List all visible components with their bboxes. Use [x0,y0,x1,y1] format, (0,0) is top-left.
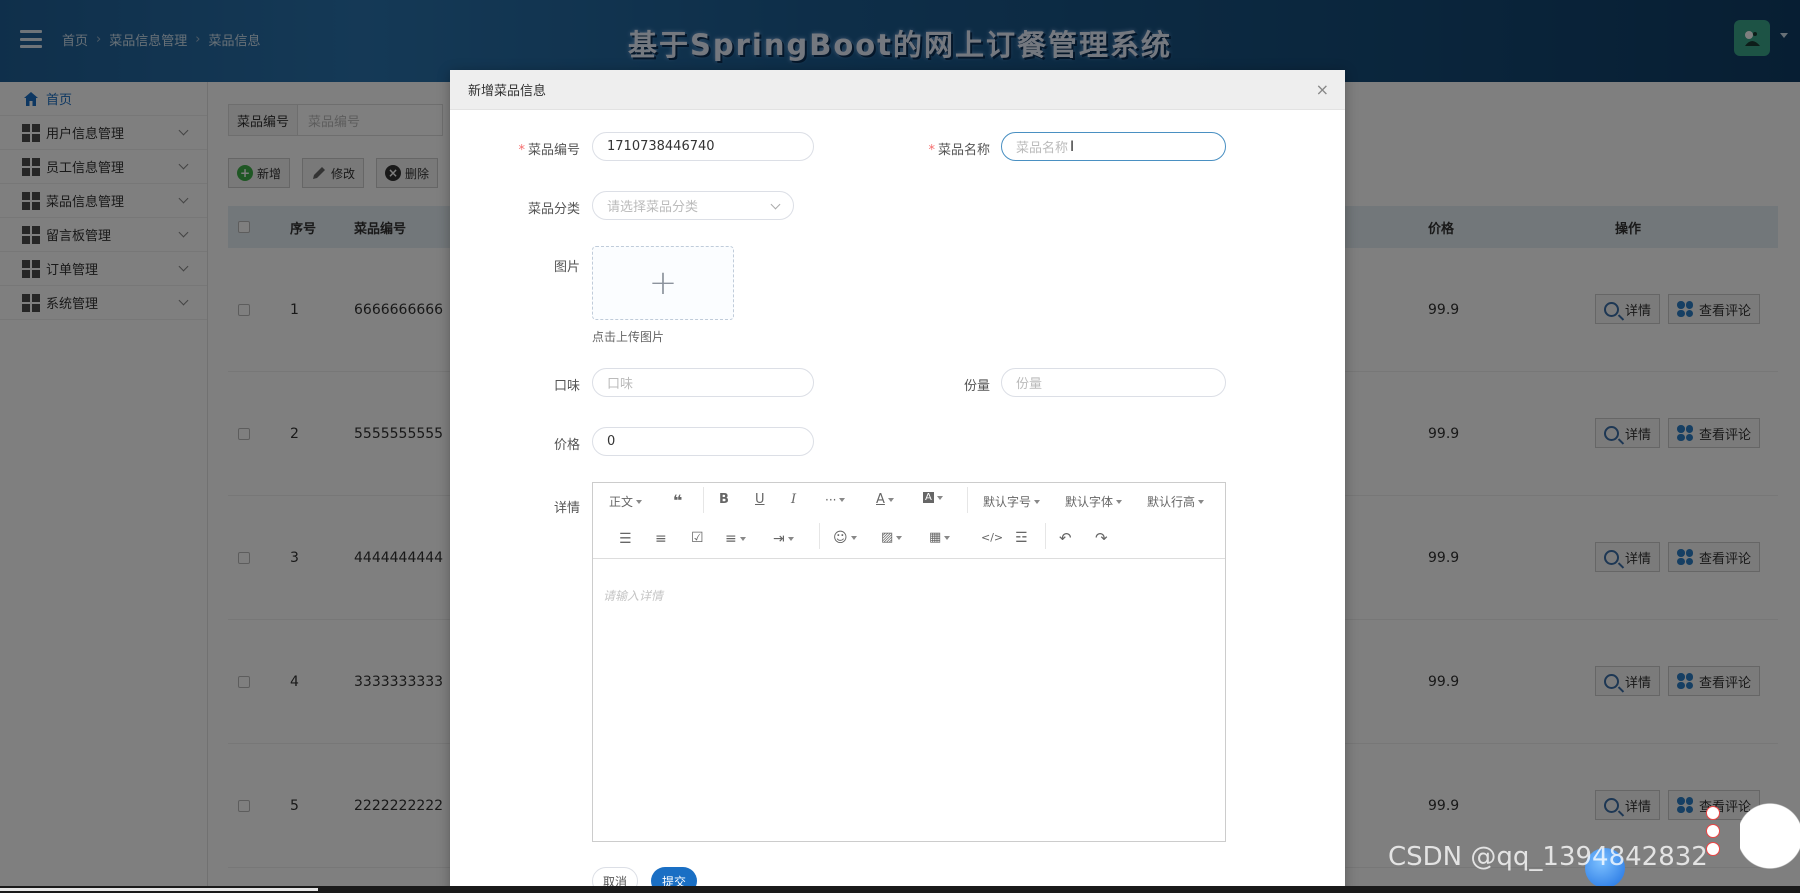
editor-placeholder[interactable]: 请输入详情 [603,587,663,604]
toolbar-divider [967,487,968,513]
chevron-down-icon [770,199,781,210]
dialog-header: 新增菜品信息 × [450,70,1345,110]
font-family-label: 默认字体 [1065,495,1114,509]
caret-down-icon [1198,499,1205,504]
indent-icon[interactable]: ⇥ [773,531,794,547]
category-placeholder: 请选择菜品分类 [607,200,699,215]
divider-icon[interactable]: ☲ [1015,530,1028,546]
add-dish-dialog: 新增菜品信息 × * 菜品编号 1710738446740 * 菜品名称 菜品名称 I… [450,70,1345,893]
caret-down-icon [1116,499,1123,504]
required-mark: * [518,143,525,158]
rich-text-editor: 正文 ❝ B U I ··· A A 默认字号 默认字体 默认行高 ☰ ≡ ☑ … [592,482,1226,842]
price-label: 价格 [553,438,580,453]
font-family-select[interactable]: 默认字体 [1065,493,1123,510]
underline-icon[interactable]: U [755,492,765,507]
line-height-label: 默认行高 [1147,495,1196,509]
line-height-select[interactable]: 默认行高 [1147,493,1205,510]
background-color-icon[interactable]: A [923,492,943,503]
todo-list-icon[interactable]: ☑ [691,530,704,546]
price-value: 0 [607,434,616,449]
bottom-scrollbar[interactable] [0,886,1800,893]
caret-down-icon [896,535,903,540]
upload-tip: 点击上传图片 [592,330,665,344]
toolbar-divider [819,523,820,549]
name-label-text: 菜品名称 [937,143,990,158]
redo-icon[interactable]: ↷ [1095,529,1108,547]
code-label-text: 菜品编号 [527,143,580,158]
bullet-list-icon[interactable]: ☰ [619,531,632,547]
more-style-icon[interactable]: ··· [825,493,846,507]
font-color-icon[interactable]: A [876,492,894,507]
dialog-title: 新增菜品信息 [468,84,547,99]
caret-down-icon [850,536,857,540]
category-label: 菜品分类 [527,202,580,217]
dish-name-input[interactable]: 菜品名称 I [1001,132,1226,161]
caret-down-icon [1034,499,1041,504]
dish-code-value: 1710738446740 [607,139,715,154]
taste-input[interactable]: 口味 [592,368,814,397]
plus-icon: + [648,263,678,303]
toolbar-divider [1045,523,1046,549]
scrollbar-thumb[interactable] [0,888,318,891]
detail-label: 详情 [553,501,580,516]
mascot-icon [1740,800,1800,880]
caret-down-icon [839,498,846,502]
text-cursor-icon: I [1070,138,1075,155]
bold-icon[interactable]: B [719,492,729,507]
caret-down-icon [944,535,951,540]
caret-down-icon [936,495,943,500]
font-size-label: 默认字号 [983,495,1032,509]
tool-dot-icon[interactable] [1706,806,1720,820]
image-upload[interactable]: + [592,246,734,320]
paragraph-label: 正文 [609,495,634,509]
caret-down-icon [739,537,746,541]
close-icon[interactable]: × [1316,80,1329,99]
caret-down-icon [887,497,894,502]
taste-placeholder: 口味 [607,377,634,392]
dish-name-placeholder: 菜品名称 [1016,141,1069,156]
editor-toolbar: 正文 ❝ B U I ··· A A 默认字号 默认字体 默认行高 ☰ ≡ ☑ … [593,483,1225,559]
tool-dot-icon[interactable] [1706,824,1720,838]
table-icon[interactable]: ▦ [929,530,951,545]
code-icon[interactable]: </> [981,531,1003,544]
image-label: 图片 [553,260,580,275]
align-icon[interactable]: ≡ [725,531,746,547]
dish-category-select[interactable]: 请选择菜品分类 [592,191,794,220]
portion-placeholder: 份量 [1016,377,1043,392]
image-icon[interactable]: ▨ [881,530,903,545]
quote-icon[interactable]: ❝ [673,491,682,510]
italic-icon[interactable]: I [791,492,796,507]
required-mark: * [928,143,935,158]
portion-label: 份量 [963,379,990,394]
undo-icon[interactable]: ↶ [1059,529,1072,547]
taste-label: 口味 [553,379,580,394]
caret-down-icon [636,499,643,504]
floating-tools [1706,806,1720,856]
font-size-select[interactable]: 默认字号 [983,493,1041,510]
price-input[interactable]: 0 [592,427,814,456]
portion-input[interactable]: 份量 [1001,368,1226,397]
caret-down-icon [787,537,794,541]
bg-color-glyph: A [923,492,934,503]
code-label: * 菜品编号 [490,139,580,158]
emoji-icon[interactable]: ☺ [833,530,857,546]
paragraph-select[interactable]: 正文 [609,493,643,510]
name-label: * 菜品名称 [900,139,990,158]
dish-code-input[interactable]: 1710738446740 [592,132,814,161]
numbered-list-icon[interactable]: ≡ [655,531,667,547]
tool-dot-icon[interactable] [1706,842,1720,856]
csdn-watermark: CSDN @qq_1394842832 [1388,842,1708,872]
toolbar-divider [703,487,704,513]
